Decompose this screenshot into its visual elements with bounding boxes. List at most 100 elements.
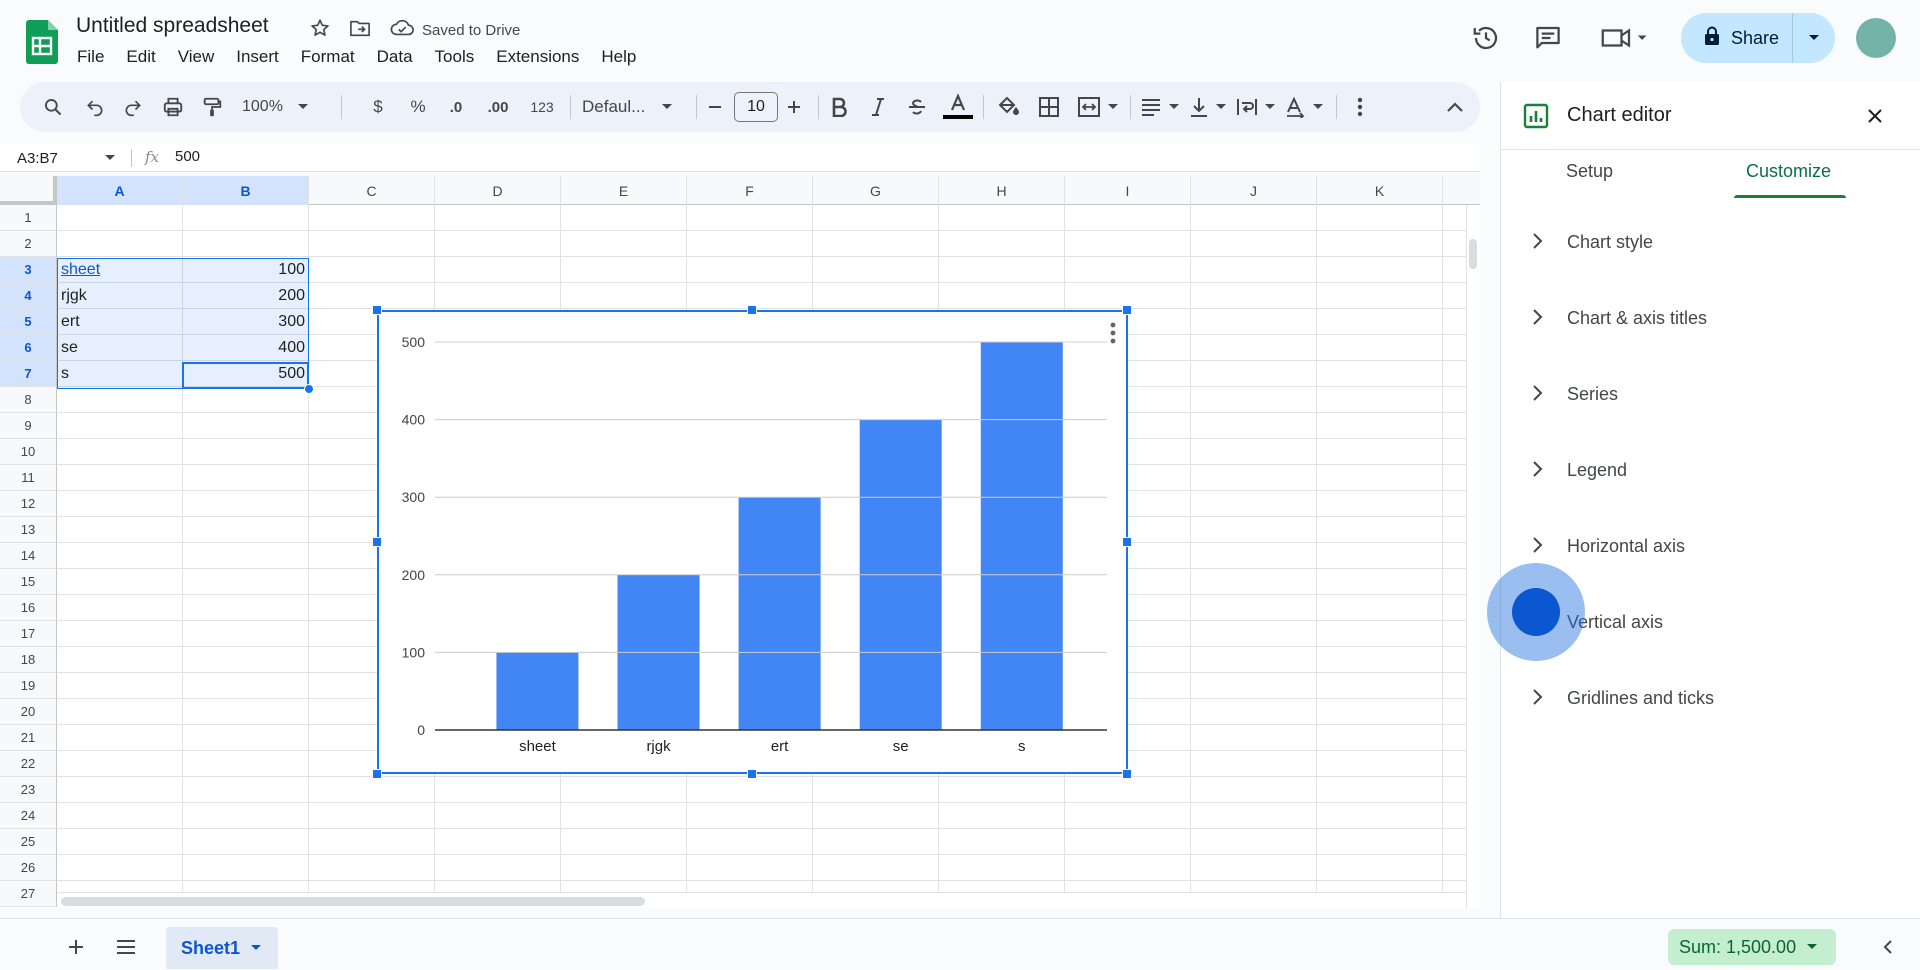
share-main-button[interactable]: Share <box>1681 13 1793 63</box>
resize-handle-top-left[interactable] <box>372 305 382 315</box>
menu-help[interactable]: Help <box>590 45 647 69</box>
row-header-27[interactable]: 27 <box>0 881 57 907</box>
saved-status[interactable]: Saved to Drive <box>390 19 520 41</box>
format-currency-button[interactable]: $ <box>358 82 398 132</box>
row-header-19[interactable]: 19 <box>0 673 57 699</box>
cell-b4[interactable]: 200 <box>183 283 309 309</box>
row-header-26[interactable]: 26 <box>0 855 57 881</box>
menu-data[interactable]: Data <box>366 45 424 69</box>
increase-font-size-icon[interactable] <box>779 82 809 132</box>
menu-edit[interactable]: Edit <box>115 45 166 69</box>
row-header-11[interactable]: 11 <box>0 465 57 491</box>
format-percent-button[interactable]: % <box>398 82 438 132</box>
sheets-logo-icon[interactable] <box>26 20 58 64</box>
fill-handle[interactable] <box>304 384 314 394</box>
text-rotation-button[interactable] <box>1280 82 1328 132</box>
vertical-scrollbar[interactable] <box>1466 205 1480 908</box>
row-header-13[interactable]: 13 <box>0 517 57 543</box>
section-horizontal-axis[interactable]: Horizontal axis <box>1501 516 1920 576</box>
row-header-9[interactable]: 9 <box>0 413 57 439</box>
column-header-k[interactable]: K <box>1317 176 1443 205</box>
row-header-14[interactable]: 14 <box>0 543 57 569</box>
undo-icon[interactable] <box>80 82 110 132</box>
redo-icon[interactable] <box>118 82 148 132</box>
doc-title[interactable]: Untitled spreadsheet <box>76 14 269 38</box>
decrease-decimal-button[interactable]: .0 <box>436 82 476 132</box>
menu-extensions[interactable]: Extensions <box>485 45 590 69</box>
row-header-24[interactable]: 24 <box>0 803 57 829</box>
cell-a3[interactable]: sheet <box>57 257 183 283</box>
row-header-21[interactable]: 21 <box>0 725 57 751</box>
chart-container[interactable]: 0 100 200 300 400 500 sheet rjgk ert se s <box>377 310 1128 774</box>
column-header-f[interactable]: F <box>687 176 813 205</box>
cell-b6[interactable]: 400 <box>183 335 309 361</box>
column-header-h[interactable]: H <box>939 176 1065 205</box>
row-header-15[interactable]: 15 <box>0 569 57 595</box>
bold-icon[interactable] <box>824 82 854 132</box>
decrease-font-size-icon[interactable] <box>700 82 730 132</box>
column-header-a[interactable]: A <box>57 176 183 205</box>
column-header-i[interactable]: I <box>1065 176 1191 205</box>
more-formats-button[interactable]: 123 <box>520 82 564 132</box>
horizontal-scroll-thumb[interactable] <box>61 897 645 906</box>
cell-b3[interactable]: 100 <box>183 257 309 283</box>
menu-format[interactable]: Format <box>290 45 366 69</box>
avatar[interactable] <box>1856 18 1896 58</box>
row-header-1[interactable]: 1 <box>0 205 57 231</box>
resize-handle-left[interactable] <box>372 537 382 547</box>
menu-file[interactable]: File <box>66 45 115 69</box>
font-size-field[interactable]: 10 <box>733 82 779 132</box>
row-header-18[interactable]: 18 <box>0 647 57 673</box>
hide-menus-chevron-up-icon[interactable] <box>1440 82 1470 132</box>
print-icon[interactable] <box>158 82 188 132</box>
column-chart[interactable]: 0 100 200 300 400 500 sheet rjgk ert se s <box>379 312 1126 772</box>
row-header-17[interactable]: 17 <box>0 621 57 647</box>
merge-cells-button[interactable] <box>1070 82 1126 132</box>
resize-handle-top[interactable] <box>747 305 757 315</box>
sheet-tab[interactable]: Sheet1 <box>166 927 278 969</box>
strikethrough-icon[interactable] <box>902 82 932 132</box>
cell-a4[interactable]: rjgk <box>57 283 183 309</box>
cell-a7[interactable]: s <box>57 361 183 387</box>
text-color-icon[interactable] <box>940 82 976 132</box>
row-header-3[interactable]: 3 <box>0 257 57 283</box>
meet-icon[interactable] <box>1598 20 1650 56</box>
cell-b5[interactable]: 300 <box>183 309 309 335</box>
row-header-8[interactable]: 8 <box>0 387 57 413</box>
vertical-scroll-thumb[interactable] <box>1469 239 1477 269</box>
column-header-e[interactable]: E <box>561 176 687 205</box>
chart-menu-icon[interactable] <box>1105 320 1121 346</box>
close-icon[interactable] <box>1863 104 1887 128</box>
section-chart-style[interactable]: Chart style <box>1501 212 1920 272</box>
column-header-c[interactable]: C <box>309 176 435 205</box>
search-menus-icon[interactable] <box>38 82 68 132</box>
tab-setup[interactable]: Setup <box>1566 161 1613 182</box>
star-icon[interactable] <box>306 15 334 41</box>
column-header-d[interactable]: D <box>435 176 561 205</box>
row-header-23[interactable]: 23 <box>0 777 57 803</box>
cell-a5[interactable]: ert <box>57 309 183 335</box>
increase-decimal-button[interactable]: .00 <box>476 82 520 132</box>
row-header-20[interactable]: 20 <box>0 699 57 725</box>
resize-handle-top-right[interactable] <box>1122 305 1132 315</box>
bar-s[interactable] <box>980 342 1063 730</box>
row-header-5[interactable]: 5 <box>0 309 57 335</box>
paint-format-icon[interactable] <box>197 82 227 132</box>
column-header-b[interactable]: B <box>183 176 309 205</box>
add-sheet-icon[interactable] <box>62 933 90 961</box>
italic-icon[interactable] <box>863 82 893 132</box>
move-folder-icon[interactable] <box>346 15 374 41</box>
bar-ert[interactable] <box>738 497 821 730</box>
text-wrapping-button[interactable] <box>1232 82 1280 132</box>
column-header-j[interactable]: J <box>1191 176 1317 205</box>
column-header-g[interactable]: G <box>813 176 939 205</box>
zoom-select[interactable]: 100% <box>242 82 322 132</box>
resize-handle-bottom[interactable] <box>747 769 757 779</box>
row-header-16[interactable]: 16 <box>0 595 57 621</box>
row-header-12[interactable]: 12 <box>0 491 57 517</box>
bar-sheet[interactable] <box>496 652 579 730</box>
resize-handle-right[interactable] <box>1122 537 1132 547</box>
section-chart-axis-titles[interactable]: Chart & axis titles <box>1501 288 1920 348</box>
row-header-2[interactable]: 2 <box>0 231 57 257</box>
row-header-22[interactable]: 22 <box>0 751 57 777</box>
